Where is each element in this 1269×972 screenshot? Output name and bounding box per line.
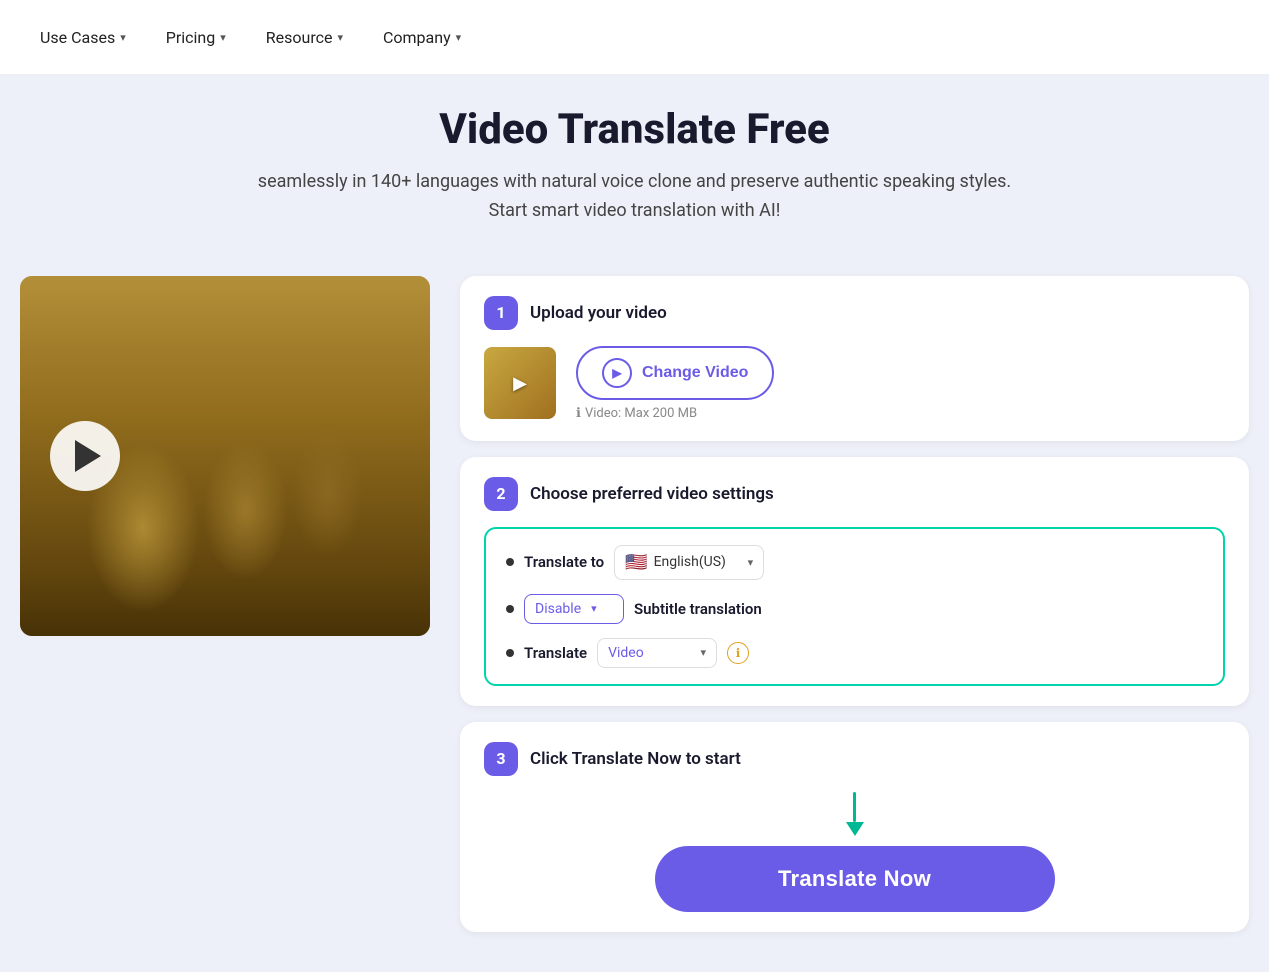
video-info-text: Video: Max 200 MB: [585, 406, 697, 421]
step2-badge: 2: [484, 477, 518, 511]
chevron-down-icon: ▾: [120, 31, 126, 44]
upload-right: ▶ Change Video ℹ Video: Max 200 MB: [576, 346, 774, 421]
video-info: ℹ Video: Max 200 MB: [576, 406, 697, 421]
nav-use-cases-label: Use Cases: [40, 28, 115, 47]
video-preview: [20, 276, 430, 636]
chevron-down-icon: ▾: [591, 602, 597, 615]
step1-header: 1 Upload your video: [484, 296, 1225, 330]
step3-header: 3 Click Translate Now to start: [484, 742, 1225, 776]
thumbnail-play-icon: [484, 347, 556, 419]
nav-pricing[interactable]: Pricing ▾: [166, 28, 226, 47]
step2-header: 2 Choose preferred video settings: [484, 477, 1225, 511]
nav-resource[interactable]: Resource ▾: [266, 28, 343, 47]
hero-section: Video Translate Free seamlessly in 140+ …: [0, 75, 1269, 276]
info-icon[interactable]: ℹ: [727, 642, 749, 664]
translate-type-value: Video: [608, 645, 644, 661]
bullet-icon: [506, 605, 514, 613]
teal-arrow: [846, 792, 864, 836]
translate-now-button[interactable]: Translate Now: [655, 846, 1055, 912]
navbar: Use Cases ▾ Pricing ▾ Resource ▾ Company…: [0, 0, 1269, 75]
chevron-down-icon: ▾: [220, 31, 226, 44]
language-select[interactable]: 🇺🇸 English(US) ▾: [614, 545, 764, 580]
info-circle-icon: ℹ: [576, 406, 581, 421]
translate-type-row: Translate Video ▾ ℹ: [506, 638, 1203, 668]
nav-company[interactable]: Company ▾: [383, 28, 461, 47]
step1-card: 1 Upload your video ▶ Change Video ℹ Vid…: [460, 276, 1249, 441]
hero-subtitle: seamlessly in 140+ languages with natura…: [245, 168, 1025, 226]
upload-area: ▶ Change Video ℹ Video: Max 200 MB: [484, 346, 1225, 421]
subtitle-row: Disable ▾ Subtitle translation: [506, 594, 1203, 624]
play-button[interactable]: [50, 421, 120, 491]
change-video-button[interactable]: ▶ Change Video: [576, 346, 774, 400]
step1-badge: 1: [484, 296, 518, 330]
arrow-line: [853, 792, 856, 822]
subtitle-label: Subtitle translation: [634, 600, 762, 618]
step2-title: Choose preferred video settings: [530, 484, 774, 504]
translate-label: Translate: [524, 644, 587, 662]
step2-card: 2 Choose preferred video settings Transl…: [460, 457, 1249, 706]
nav-use-cases[interactable]: Use Cases ▾: [40, 28, 126, 47]
disable-label: Disable: [535, 601, 581, 617]
translate-to-label: Translate to: [524, 553, 604, 571]
settings-box: Translate to 🇺🇸 English(US) ▾ Disable ▾ …: [484, 527, 1225, 686]
flag-icon: 🇺🇸: [625, 552, 647, 573]
steps-panel: 1 Upload your video ▶ Change Video ℹ Vid…: [460, 276, 1249, 932]
play-circle-icon: ▶: [602, 358, 632, 388]
chevron-down-icon: ▾: [456, 31, 462, 44]
change-video-label: Change Video: [642, 364, 748, 382]
video-thumbnail: [484, 347, 556, 419]
nav-company-label: Company: [383, 28, 451, 47]
disable-select[interactable]: Disable ▾: [524, 594, 624, 624]
main-content: 1 Upload your video ▶ Change Video ℹ Vid…: [0, 276, 1269, 972]
translate-to-row: Translate to 🇺🇸 English(US) ▾: [506, 545, 1203, 580]
chevron-down-icon: ▾: [748, 556, 754, 569]
bullet-icon: [506, 649, 514, 657]
hero-title: Video Translate Free: [60, 105, 1209, 154]
video-overlay: [20, 276, 430, 636]
step3-title: Click Translate Now to start: [530, 749, 741, 769]
translate-type-select[interactable]: Video ▾: [597, 638, 717, 668]
arrow-head: [846, 822, 864, 836]
bullet-icon: [506, 558, 514, 566]
language-value: English(US): [654, 554, 726, 570]
step3-card: 3 Click Translate Now to start Translate…: [460, 722, 1249, 932]
chevron-down-icon: ▾: [701, 646, 707, 659]
step1-title: Upload your video: [530, 303, 667, 323]
step3-badge: 3: [484, 742, 518, 776]
step3-content: Translate Now: [484, 788, 1225, 912]
nav-pricing-label: Pricing: [166, 28, 216, 47]
chevron-down-icon: ▾: [337, 31, 343, 44]
nav-resource-label: Resource: [266, 28, 333, 47]
